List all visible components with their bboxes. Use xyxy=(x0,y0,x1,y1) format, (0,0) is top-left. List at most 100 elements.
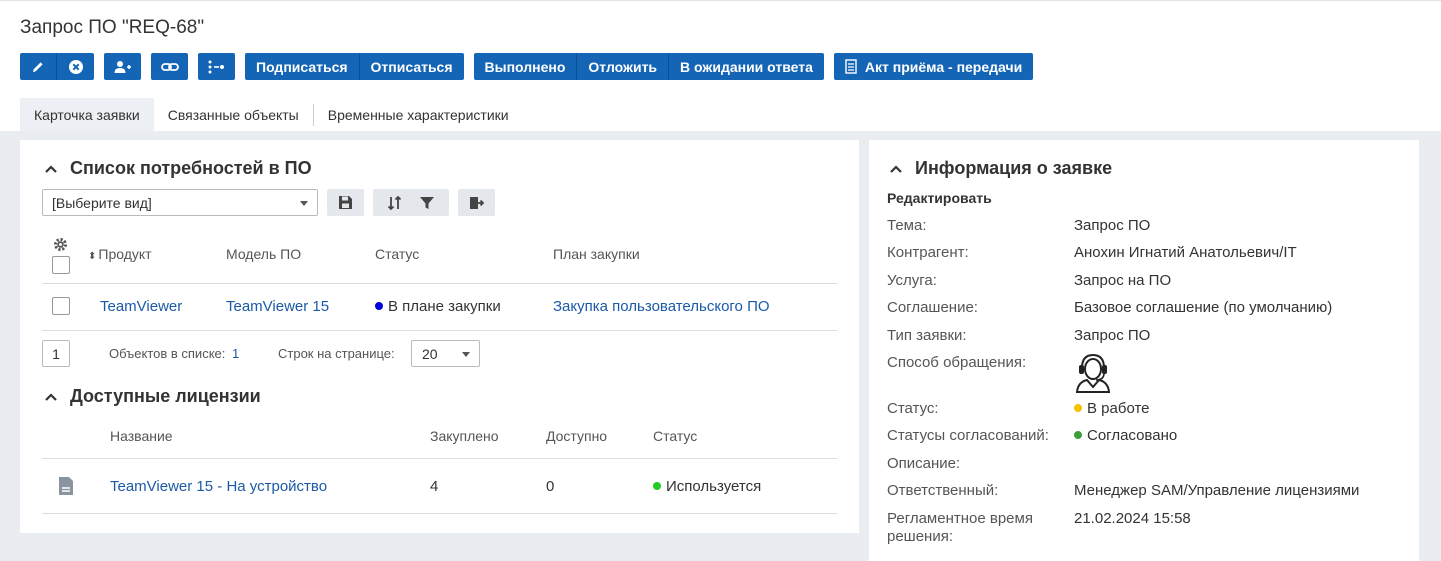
subscribe-button[interactable]: Подписаться xyxy=(245,53,360,80)
chevron-up-icon xyxy=(45,164,57,173)
link-icon xyxy=(160,62,179,71)
cancel-icon xyxy=(68,59,83,74)
left-panel: Список потребностей в ПО [Выберите вид] … xyxy=(20,140,859,533)
agreement-label: Соглашение: xyxy=(887,299,978,316)
pencil-icon xyxy=(33,61,43,72)
license-status-label: Используется xyxy=(666,478,762,495)
subscription-button-group: Подписаться Отписаться xyxy=(245,53,464,81)
status-dot-icon xyxy=(1074,404,1082,412)
tab-request-card[interactable]: Карточка заявки xyxy=(20,98,154,132)
row-status: В плане закупки xyxy=(375,298,501,315)
status-label: Статус: xyxy=(887,400,939,417)
purchase-plan-link[interactable]: Закупка пользовательского ПО xyxy=(553,298,770,315)
column-license-status-header[interactable]: Статус xyxy=(653,428,697,444)
filter-icon[interactable] xyxy=(419,195,435,211)
needs-section-header[interactable]: Список потребностей в ПО xyxy=(44,158,312,179)
contractor-link[interactable]: Анохин Игнатий Анатольевич/IT xyxy=(1074,244,1297,261)
request-type-value: Запрос ПО xyxy=(1074,327,1151,344)
chevron-down-icon xyxy=(462,352,470,357)
status-dot-icon xyxy=(1074,431,1082,439)
row-checkbox[interactable] xyxy=(52,297,70,315)
header-bar: Запрос ПО "REQ-68" Подписаться Отписатьс… xyxy=(0,0,1441,132)
product-link[interactable]: TeamViewer xyxy=(100,298,182,315)
license-document-icon xyxy=(59,477,73,495)
rows-per-page-value: 20 xyxy=(422,345,438,362)
save-view-button[interactable] xyxy=(327,189,364,216)
deadline-label-line2: решения: xyxy=(887,528,954,545)
channel-label: Способ обращения: xyxy=(887,354,1027,371)
tab-bar: Карточка заявки Связанные объекты Времен… xyxy=(20,98,523,132)
table-divider xyxy=(42,458,837,459)
column-plan-header[interactable]: План закупки xyxy=(553,246,640,262)
done-button[interactable]: Выполнено xyxy=(473,53,578,80)
postpone-button[interactable]: Отложить xyxy=(577,53,670,80)
status-value: В работе xyxy=(1074,400,1150,417)
model-link[interactable]: TeamViewer 15 xyxy=(226,298,329,315)
column-name-header[interactable]: Название xyxy=(110,428,173,444)
edit-button-group xyxy=(20,53,94,81)
select-all-checkbox[interactable] xyxy=(52,256,70,274)
unsubscribe-button[interactable]: Отписаться xyxy=(359,53,464,80)
column-status-header[interactable]: Статус xyxy=(375,246,419,262)
status-value-label: В работе xyxy=(1087,400,1150,417)
assign-button-group xyxy=(104,53,141,81)
licenses-section-header[interactable]: Доступные лицензии xyxy=(44,386,261,407)
column-bought-header[interactable]: Закуплено xyxy=(430,428,499,444)
info-section-header[interactable]: Информация о заявке xyxy=(889,158,1112,179)
status-button-group: Выполнено Отложить В ожидании ответа xyxy=(473,53,824,81)
chevron-up-icon xyxy=(45,392,57,401)
awaiting-response-button[interactable]: В ожидании ответа xyxy=(669,53,824,80)
license-name-link[interactable]: TeamViewer 15 - На устройство xyxy=(110,478,327,495)
needs-section-title: Список потребностей в ПО xyxy=(70,158,312,178)
service-link[interactable]: Запрос на ПО xyxy=(1074,272,1171,289)
tab-related-objects[interactable]: Связанные объекты xyxy=(154,98,313,132)
page-number[interactable]: 1 xyxy=(42,340,70,367)
topic-label: Тема: xyxy=(887,217,927,234)
export-icon xyxy=(469,196,484,209)
edit-link[interactable]: Редактировать xyxy=(887,190,992,206)
table-divider xyxy=(42,330,837,331)
sort-icon[interactable] xyxy=(387,195,403,211)
cancel-button[interactable] xyxy=(57,53,94,80)
workflow-button[interactable] xyxy=(198,53,235,80)
license-status: Используется xyxy=(653,478,761,495)
page-title: Запрос ПО "REQ-68" xyxy=(20,17,205,38)
gear-icon[interactable] xyxy=(53,237,68,252)
acceptance-act-label: Акт приёма - передачи xyxy=(864,58,1023,75)
sort-filter-button-group xyxy=(373,189,449,216)
responsible-label: Ответственный: xyxy=(887,482,999,499)
rows-per-page-label: Строк на странице: xyxy=(278,346,395,361)
column-model-header[interactable]: Модель ПО xyxy=(226,246,301,262)
view-select-value: [Выберите вид] xyxy=(52,194,152,211)
view-select[interactable]: [Выберите вид] xyxy=(42,189,318,216)
row-status-label: В плане закупки xyxy=(388,298,501,315)
objects-count-value: 1 xyxy=(232,346,240,361)
tab-time-characteristics[interactable]: Временные характеристики xyxy=(314,98,523,132)
action-toolbar: Подписаться Отписаться Выполнено Отложит… xyxy=(20,53,1034,81)
acceptance-act-button[interactable]: Акт приёма - передачи xyxy=(833,53,1034,80)
rows-per-page-select[interactable]: 20 xyxy=(411,340,480,367)
column-product-label: Продукт xyxy=(98,246,152,262)
add-user-button[interactable] xyxy=(104,53,141,80)
act-button-group: Акт приёма - передачи xyxy=(833,53,1034,81)
column-product-header[interactable]: ⬍ Продукт xyxy=(88,246,152,262)
edit-button[interactable] xyxy=(20,53,57,80)
responsible-link[interactable]: Менеджер SAM/Управление лицензиями xyxy=(1074,482,1359,499)
headset-operator-icon xyxy=(1075,353,1111,393)
deadline-value: 21.02.2024 15:58 xyxy=(1074,510,1191,527)
agreement-link[interactable]: Базовое соглашение (по умолчанию) xyxy=(1074,299,1332,316)
topic-value: Запрос ПО xyxy=(1074,217,1151,234)
table-divider xyxy=(42,283,837,284)
deadline-label-line1: Регламентное время xyxy=(887,510,1033,527)
table-divider xyxy=(42,513,837,514)
chevron-down-icon xyxy=(300,201,308,206)
workflow-button-group xyxy=(198,53,235,81)
approval-label: Статусы согласований: xyxy=(887,427,1049,444)
licenses-section-title: Доступные лицензии xyxy=(70,386,261,406)
export-button[interactable] xyxy=(458,189,495,216)
link-button[interactable] xyxy=(151,53,188,80)
license-bought: 4 xyxy=(430,478,439,495)
column-available-header[interactable]: Доступно xyxy=(546,428,607,444)
link-button-group xyxy=(151,53,188,81)
add-user-icon xyxy=(114,60,131,73)
